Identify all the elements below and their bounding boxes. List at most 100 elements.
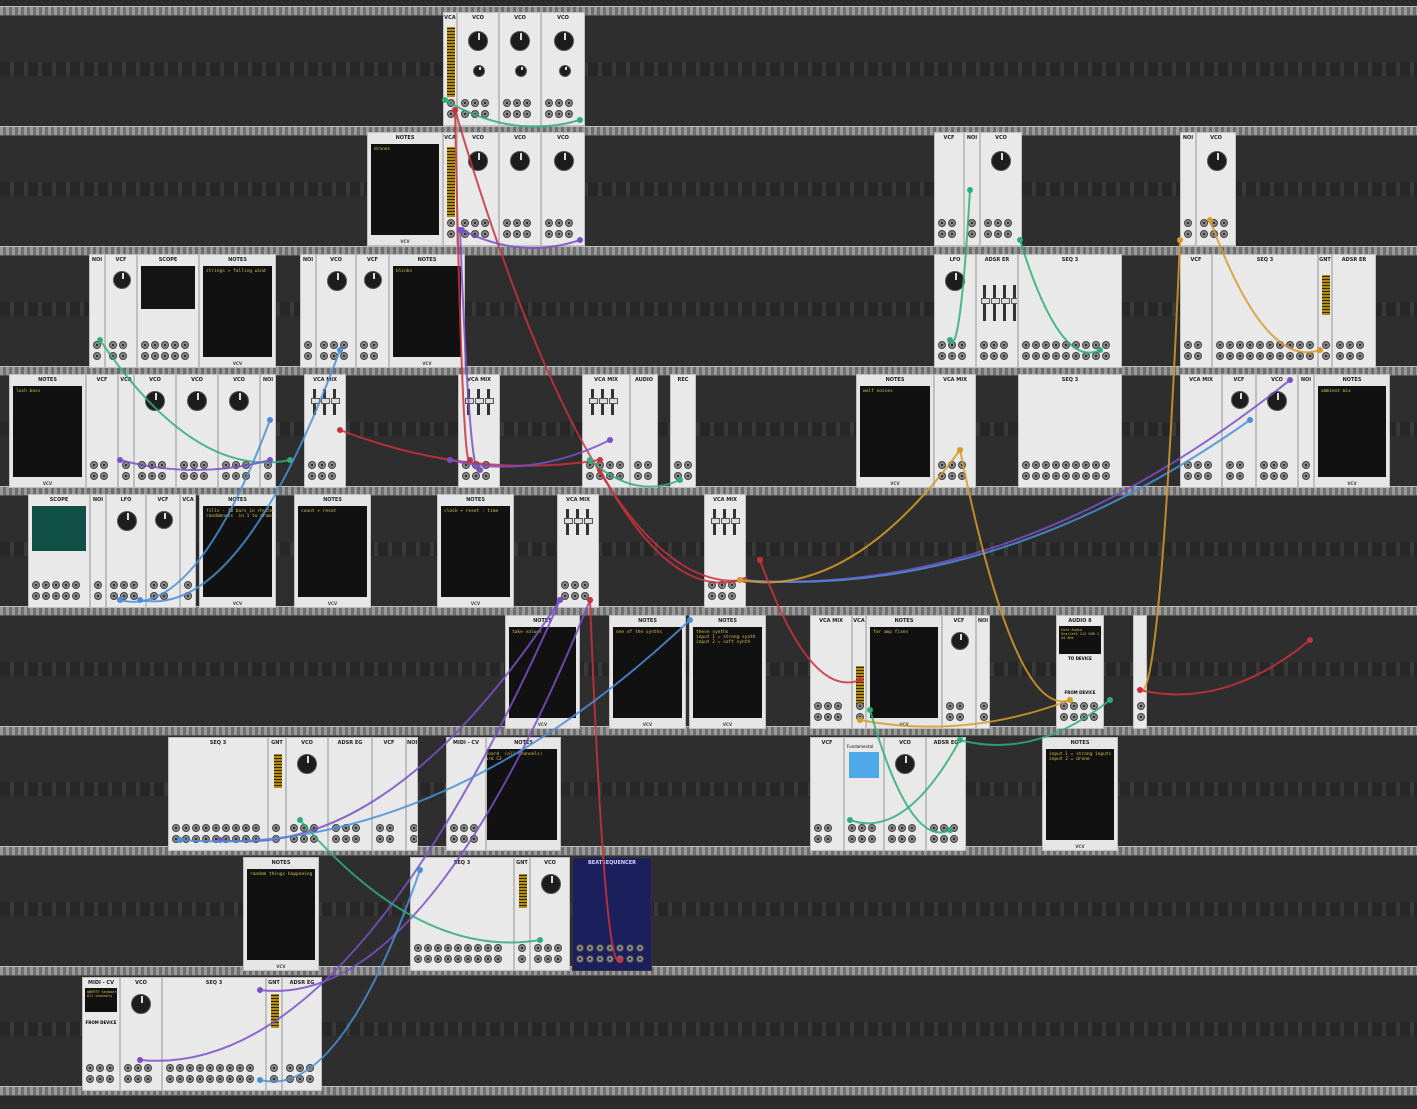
- seq3-module[interactable]: SEQ 3: [410, 857, 514, 971]
- jack[interactable]: [513, 230, 521, 238]
- jack[interactable]: [1102, 461, 1110, 469]
- jack[interactable]: [190, 461, 198, 469]
- jack[interactable]: [171, 341, 179, 349]
- jack[interactable]: [94, 581, 102, 589]
- jack[interactable]: [968, 219, 976, 227]
- noise-module[interactable]: NOI: [406, 737, 418, 851]
- jack[interactable]: [1286, 352, 1294, 360]
- jack[interactable]: [950, 835, 958, 843]
- jack[interactable]: [814, 824, 822, 832]
- jack[interactable]: [180, 461, 188, 469]
- jack[interactable]: [90, 472, 98, 480]
- jack[interactable]: [1220, 219, 1228, 227]
- jack[interactable]: [184, 592, 192, 600]
- jack[interactable]: [246, 1075, 254, 1083]
- jack[interactable]: [503, 219, 511, 227]
- jack[interactable]: [994, 230, 1002, 238]
- jack[interactable]: [151, 352, 159, 360]
- jack[interactable]: [1082, 341, 1090, 349]
- jack[interactable]: [1302, 472, 1310, 480]
- notes-screen[interactable]: ambient mix: [1318, 386, 1386, 477]
- jack[interactable]: [424, 955, 432, 963]
- jack[interactable]: [940, 824, 948, 832]
- jack[interactable]: [565, 219, 573, 227]
- vca-module[interactable]: VCA: [443, 12, 457, 126]
- jack[interactable]: [565, 230, 573, 238]
- jack[interactable]: [888, 824, 896, 832]
- jack[interactable]: [545, 230, 553, 238]
- jack[interactable]: [858, 824, 866, 832]
- notes-screen[interactable]: lush bass: [13, 386, 82, 477]
- jack[interactable]: [272, 835, 280, 843]
- vco-module[interactable]: VCO: [218, 374, 260, 488]
- freq-knob[interactable]: [991, 151, 1011, 171]
- jack[interactable]: [938, 341, 946, 349]
- jack[interactable]: [171, 352, 179, 360]
- jack[interactable]: [555, 230, 563, 238]
- jack[interactable]: [586, 472, 594, 480]
- jack[interactable]: [576, 944, 584, 952]
- jack[interactable]: [130, 581, 138, 589]
- jack[interactable]: [1200, 230, 1208, 238]
- jack[interactable]: [1280, 472, 1288, 480]
- jack[interactable]: [424, 944, 432, 952]
- jack[interactable]: [166, 1064, 174, 1072]
- jack[interactable]: [186, 1064, 194, 1072]
- jack[interactable]: [930, 835, 938, 843]
- cutoff-knob[interactable]: [155, 511, 173, 529]
- jack[interactable]: [1052, 461, 1060, 469]
- jack[interactable]: [222, 472, 230, 480]
- jack[interactable]: [938, 230, 946, 238]
- jack[interactable]: [1296, 341, 1304, 349]
- jack[interactable]: [222, 824, 230, 832]
- jack[interactable]: [1042, 472, 1050, 480]
- jack[interactable]: [616, 461, 624, 469]
- jack[interactable]: [119, 341, 127, 349]
- jack[interactable]: [86, 1064, 94, 1072]
- jack[interactable]: [1204, 461, 1212, 469]
- jack[interactable]: [494, 955, 502, 963]
- jack[interactable]: [980, 352, 988, 360]
- jack[interactable]: [586, 461, 594, 469]
- jack[interactable]: [555, 219, 563, 227]
- jack[interactable]: [1184, 352, 1192, 360]
- jack[interactable]: [565, 99, 573, 107]
- jack[interactable]: [1276, 352, 1284, 360]
- jack[interactable]: [848, 824, 856, 832]
- notes-screen[interactable]: these synths input 1 = strong synth inpu…: [693, 627, 762, 718]
- jack[interactable]: [544, 944, 552, 952]
- freq-knob[interactable]: [131, 994, 151, 1014]
- jack[interactable]: [328, 472, 336, 480]
- notes-module[interactable]: NOTES clock + reset : time VCV: [437, 494, 514, 608]
- vca-mix-module[interactable]: VCA MIX: [557, 494, 599, 608]
- vco-module[interactable]: VCO: [457, 132, 499, 246]
- vco-module[interactable]: VCO: [980, 132, 1022, 246]
- jack[interactable]: [242, 461, 250, 469]
- jack[interactable]: [202, 824, 210, 832]
- jack[interactable]: [93, 352, 101, 360]
- jack[interactable]: [148, 472, 156, 480]
- jack[interactable]: [1210, 219, 1218, 227]
- jack[interactable]: [62, 592, 70, 600]
- jack[interactable]: [606, 472, 614, 480]
- freq-knob[interactable]: [145, 391, 165, 411]
- vcf-module[interactable]: VCF: [942, 615, 976, 729]
- freq-knob[interactable]: [1267, 391, 1287, 411]
- jack[interactable]: [708, 581, 716, 589]
- jack[interactable]: [246, 1064, 254, 1072]
- jack[interactable]: [464, 944, 472, 952]
- jack[interactable]: [1302, 461, 1310, 469]
- notes-screen[interactable]: blinks: [393, 266, 461, 357]
- freq-knob[interactable]: [297, 754, 317, 774]
- jack[interactable]: [148, 461, 156, 469]
- jack[interactable]: [938, 461, 946, 469]
- jack[interactable]: [1137, 713, 1145, 721]
- freq-knob[interactable]: [1207, 151, 1227, 171]
- notes-screen[interactable]: wolf noises: [860, 386, 930, 477]
- jack[interactable]: [308, 472, 316, 480]
- jack[interactable]: [561, 581, 569, 589]
- jack[interactable]: [1082, 352, 1090, 360]
- jack[interactable]: [264, 472, 272, 480]
- jack[interactable]: [1062, 472, 1070, 480]
- vca-module[interactable]: VCA: [118, 374, 134, 488]
